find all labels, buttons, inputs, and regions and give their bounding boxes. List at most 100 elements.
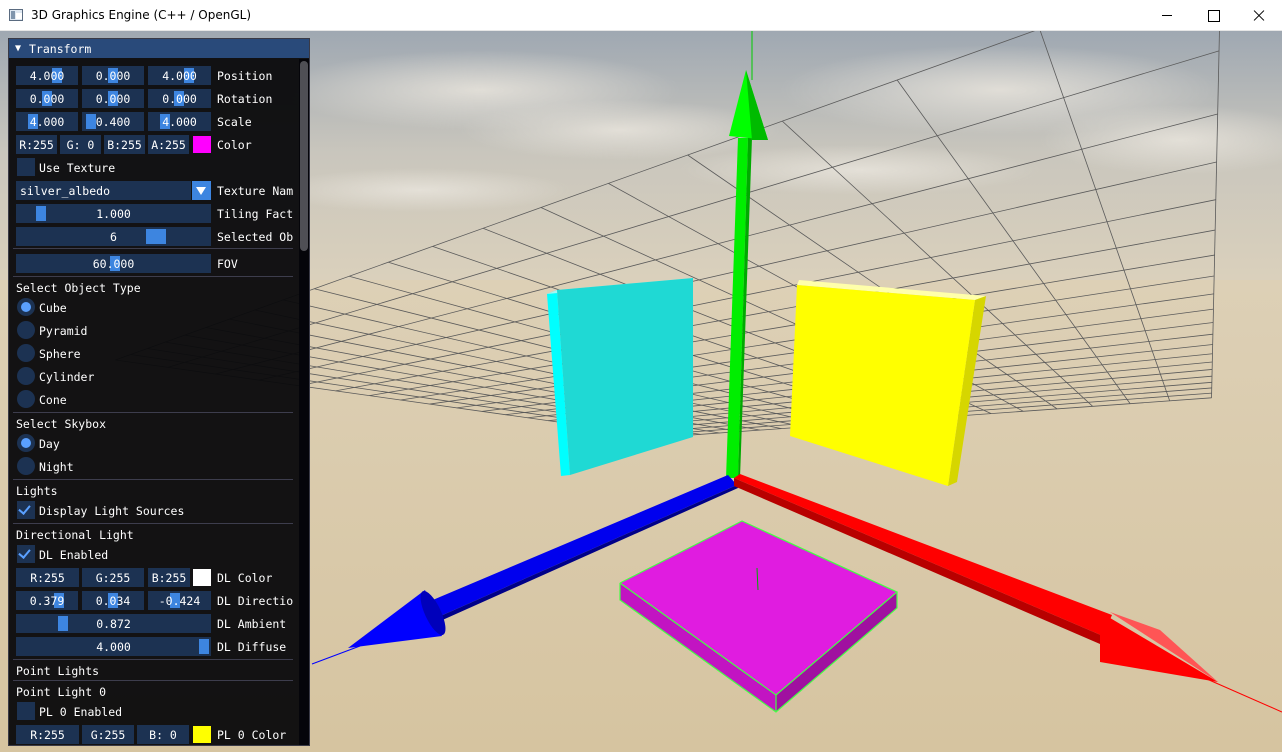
radio-night[interactable]: Night (9, 456, 299, 476)
position-y-drag[interactable]: 0.000 (82, 66, 144, 85)
radio-button[interactable] (17, 321, 35, 339)
radio-sphere[interactable]: Sphere (9, 343, 299, 363)
close-button[interactable] (1236, 0, 1282, 31)
dl-ambient-label: DL Ambient (217, 617, 287, 631)
selected-object-slider[interactable]: 6 (16, 227, 211, 246)
scale-label: Scale (217, 115, 252, 129)
tiling-row: 1.000 Tiling Fact (9, 203, 299, 223)
pl0-color-r-drag[interactable]: R:255 (16, 725, 79, 744)
radio-cone[interactable]: Cone (9, 389, 299, 409)
use-texture-row: Use Texture (9, 157, 299, 177)
scale-z-drag[interactable]: 4.000 (148, 112, 211, 131)
tiling-label: Tiling Fact (217, 207, 294, 221)
checkmark-icon (18, 546, 31, 559)
dl-enabled-row: DL Enabled (9, 544, 299, 564)
dl-direction-x-drag[interactable]: 0.379 (16, 591, 78, 610)
minimize-button[interactable] (1144, 0, 1190, 31)
rotation-x-drag[interactable]: 0.000 (16, 89, 78, 108)
radio-button[interactable] (17, 367, 35, 385)
color-row: R:255 G: 0 B:255 A:255 Color (9, 134, 299, 154)
texture-name-combo[interactable]: silver_albedo (16, 181, 191, 200)
dl-color-row: R:255 G:255 B:255 DL Color (9, 567, 299, 587)
radio-button[interactable] (17, 457, 35, 475)
radio-cube[interactable]: Cube (9, 297, 299, 317)
point-lights-heading: Point Lights (16, 664, 100, 678)
rotation-z-drag[interactable]: 0.000 (148, 89, 211, 108)
color-swatch[interactable] (193, 136, 211, 153)
fov-row: 60.000 FOV (9, 253, 299, 273)
separator (13, 412, 293, 413)
pl0-color-b-drag[interactable]: B: 0 (137, 725, 189, 744)
display-light-sources-checkbox[interactable] (17, 501, 35, 519)
fov-drag[interactable]: 60.000 (16, 254, 211, 273)
use-texture-label: Use Texture (39, 161, 116, 175)
fov-label: FOV (217, 257, 238, 271)
position-z-drag[interactable]: 4.000 (148, 66, 211, 85)
dl-enabled-checkbox[interactable] (17, 545, 35, 563)
color-label: Color (217, 138, 252, 152)
rotation-row: 0.000 0.000 0.000 Rotation (9, 88, 299, 108)
pl0-color-row: R:255 G:255 B: 0 PL 0 Color (9, 724, 299, 744)
checkmark-icon (18, 502, 31, 515)
radio-button[interactable] (17, 390, 35, 408)
use-texture-checkbox[interactable] (17, 158, 35, 176)
texture-name-label: Texture Nam (217, 184, 294, 198)
radio-cylinder[interactable]: Cylinder (9, 366, 299, 386)
lights-heading: Lights (16, 484, 58, 498)
separator (13, 659, 293, 660)
app-window-icon (9, 9, 23, 21)
texture-name-row: silver_albedo Texture Nam (9, 180, 299, 200)
maximize-button[interactable] (1190, 0, 1236, 31)
dl-direction-z-drag[interactable]: -0.424 (148, 591, 211, 610)
position-x-drag[interactable]: 4.000 (16, 66, 78, 85)
position-label: Position (217, 69, 273, 83)
rotation-y-drag[interactable]: 0.000 (82, 89, 144, 108)
tiling-slider[interactable]: 1.000 (16, 204, 211, 223)
position-row: 4.000 0.000 4.000 Position (9, 65, 299, 85)
dl-direction-y-drag[interactable]: 0.034 (82, 591, 144, 610)
color-a-drag[interactable]: A:255 (148, 135, 189, 154)
chevron-down-icon[interactable] (192, 181, 211, 200)
scale-y-drag[interactable]: 0.400 (82, 112, 144, 131)
panel-title: Transform (29, 42, 92, 56)
point-light-0-heading: Point Light 0 (16, 685, 107, 699)
pl0-color-swatch[interactable] (193, 726, 211, 743)
imgui-panel[interactable]: ▼ Transform 4.000 0.000 4.000 Position 0… (8, 38, 310, 746)
collapse-triangle-icon[interactable]: ▼ (15, 43, 21, 54)
scale-row: 4.000 0.400 4.000 Scale (9, 111, 299, 131)
rotation-label: Rotation (217, 92, 273, 106)
radio-button[interactable] (17, 434, 35, 452)
separator (13, 680, 293, 681)
dl-color-g-drag[interactable]: G:255 (82, 568, 144, 587)
separator (13, 276, 293, 277)
dl-diffuse-label: DL Diffuse (217, 640, 287, 654)
window-title: 3D Graphics Engine (C++ / OpenGL) (31, 8, 251, 22)
radio-button[interactable] (17, 298, 35, 316)
color-r-drag[interactable]: R:255 (16, 135, 57, 154)
pl0-color-g-drag[interactable]: G:255 (82, 725, 134, 744)
pl0-color-label: PL 0 Color (217, 728, 287, 742)
directional-light-heading: Directional Light (16, 528, 134, 542)
dl-color-label: DL Color (217, 571, 273, 585)
radio-day[interactable]: Day (9, 433, 299, 453)
dl-color-b-drag[interactable]: B:255 (148, 568, 190, 587)
radio-pyramid[interactable]: Pyramid (9, 320, 299, 340)
dl-ambient-slider[interactable]: 0.872 (16, 614, 211, 633)
scale-x-drag[interactable]: 4.000 (16, 112, 78, 131)
panel-scrollbar[interactable] (299, 59, 309, 745)
scrollbar-thumb[interactable] (300, 61, 308, 251)
separator (13, 248, 293, 249)
selected-object-label: Selected Ob (217, 230, 294, 244)
dl-diffuse-slider[interactable]: 4.000 (16, 637, 211, 656)
transform-header[interactable]: ▼ Transform (9, 39, 309, 58)
separator (13, 523, 293, 524)
dl-color-swatch[interactable] (193, 569, 211, 586)
selected-object-row: 6 Selected Ob (9, 226, 299, 246)
radio-button[interactable] (17, 344, 35, 362)
separator (13, 479, 293, 480)
color-b-drag[interactable]: B:255 (104, 135, 145, 154)
skybox-heading: Select Skybox (16, 417, 107, 431)
color-g-drag[interactable]: G: 0 (60, 135, 101, 154)
dl-color-r-drag[interactable]: R:255 (16, 568, 79, 587)
pl0-enabled-checkbox[interactable] (17, 702, 35, 720)
